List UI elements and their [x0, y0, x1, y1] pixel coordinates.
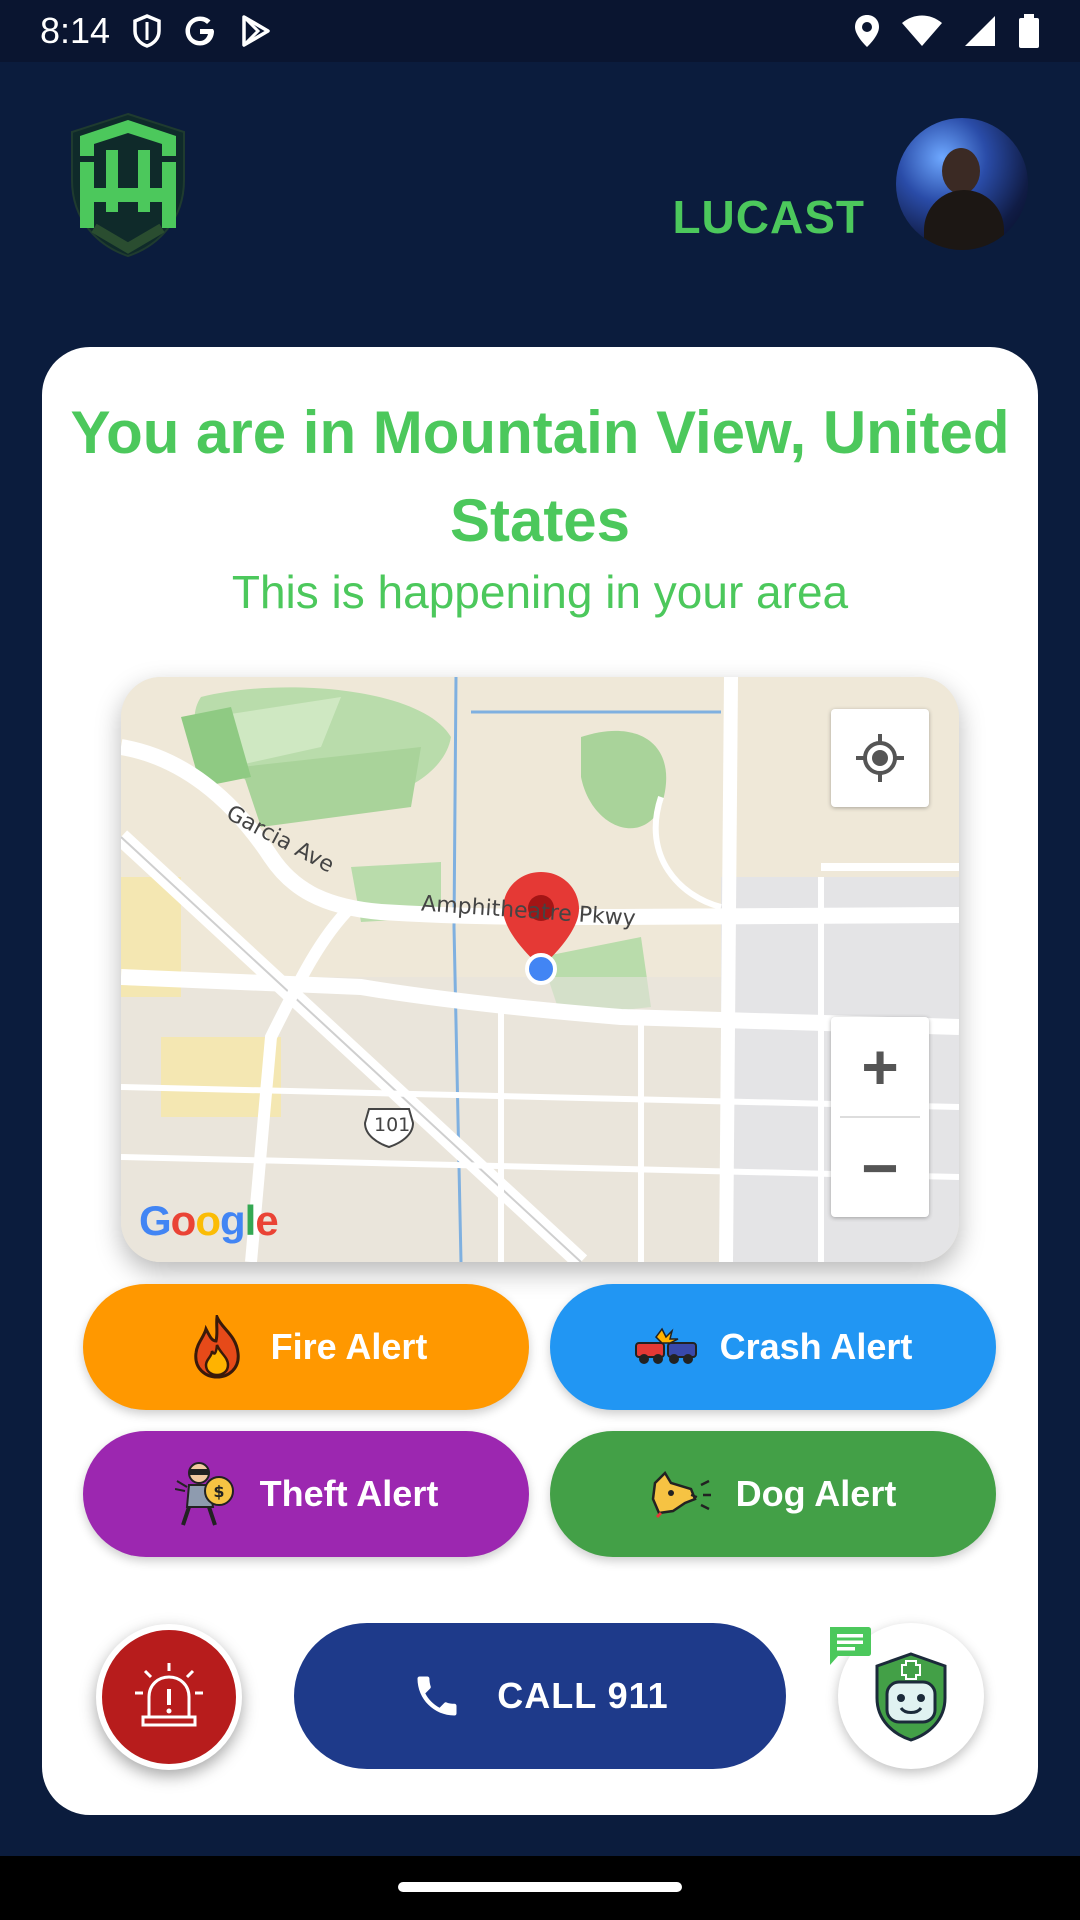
dog-alert-label: Dog Alert: [735, 1473, 897, 1514]
home-gesture-handle[interactable]: [398, 1882, 682, 1892]
fire-alert-label: Fire Alert: [270, 1326, 428, 1367]
dog-alert-button[interactable]: Dog Alert: [550, 1431, 996, 1557]
zoom-in-button[interactable]: +: [831, 1017, 929, 1116]
road-label-101: 101: [374, 1114, 411, 1136]
map-view[interactable]: Garcia Ave Amphitheatre Pkwy 101 + − Goo…: [121, 677, 959, 1262]
shield-icon: [133, 14, 161, 48]
location-icon: [855, 15, 879, 47]
thief-icon: $: [174, 1462, 238, 1526]
siren-icon: [135, 1663, 203, 1727]
google-icon: [185, 16, 215, 46]
medic-bot-icon: [875, 1652, 947, 1742]
svg-text:$: $: [213, 1482, 224, 1501]
my-location-button[interactable]: [831, 709, 929, 807]
siren-button[interactable]: [96, 1624, 242, 1770]
chat-icon[interactable]: [826, 1625, 872, 1667]
app-header: LUCAST: [0, 62, 1080, 312]
phone-icon: [417, 1676, 457, 1716]
call-911-button[interactable]: CALL 911: [294, 1623, 786, 1769]
wifi-icon: [902, 15, 942, 46]
avatar[interactable]: [896, 118, 1028, 250]
theft-alert-label: Theft Alert: [259, 1473, 439, 1514]
dog-icon: [650, 1462, 714, 1526]
username[interactable]: LUCAST: [672, 190, 865, 244]
status-bar: 8:14: [0, 0, 1080, 62]
area-subtitle: This is happening in your area: [231, 566, 849, 618]
location-title: You are in Mountain View, United States: [70, 399, 1010, 554]
shield-logo-icon: [71, 112, 185, 258]
play-icon: [242, 15, 270, 47]
theft-alert-button[interactable]: $ Theft Alert: [83, 1431, 529, 1557]
main-card: You are in Mountain View, United States …: [42, 347, 1038, 1815]
status-time: 8:14: [40, 10, 111, 51]
system-nav-bar: [0, 1856, 1080, 1920]
battery-icon: [1019, 14, 1039, 48]
zoom-out-button[interactable]: −: [831, 1118, 929, 1217]
fire-icon: [185, 1315, 249, 1379]
zoom-controls: + −: [831, 1017, 929, 1217]
crash-alert-button[interactable]: Crash Alert: [550, 1284, 996, 1410]
call-911-label: CALL 911: [497, 1675, 669, 1716]
google-attribution: Google: [139, 1197, 279, 1244]
fire-alert-button[interactable]: Fire Alert: [83, 1284, 529, 1410]
car-crash-icon: [634, 1315, 698, 1379]
signal-icon: [965, 16, 995, 46]
crash-alert-label: Crash Alert: [719, 1326, 913, 1367]
crosshair-icon: [856, 734, 904, 782]
